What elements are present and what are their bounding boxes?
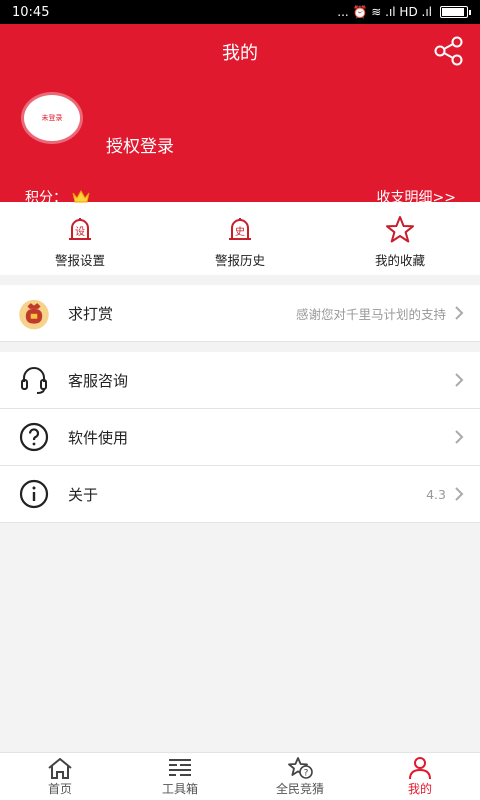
tab-home[interactable]: 首页 <box>0 753 120 800</box>
avatar[interactable]: 未登录 <box>24 95 80 141</box>
crown-icon <box>72 189 90 203</box>
tab-mine-label: 我的 <box>407 782 432 796</box>
about-label: 关于 <box>68 485 99 504</box>
home-icon <box>48 757 72 779</box>
alarm-settings-label: 警报设置 <box>54 253 105 268</box>
my-favorites-button[interactable]: 我的收藏 <box>320 202 480 275</box>
help-icon <box>16 419 52 455</box>
star-icon <box>386 216 414 243</box>
svg-text:史: 史 <box>235 226 245 238</box>
points-label: 积分： <box>25 190 67 206</box>
alarm-history-button[interactable]: 史 警报历史 <box>160 202 320 275</box>
tab-toolbox[interactable]: 工具箱 <box>120 753 240 800</box>
points: 积分： <box>25 187 91 207</box>
software-usage-row[interactable]: 软件使用 <box>0 409 480 466</box>
toolbox-icon <box>169 759 191 776</box>
share-icon[interactable] <box>432 36 464 66</box>
reward-subtitle: 感谢您对千里马计划的支持 <box>295 306 446 322</box>
customer-service-label: 客服咨询 <box>68 371 129 390</box>
version-value: 4.3 <box>426 486 446 502</box>
quick-actions: 设 警报设置 史 警报历史 我的收藏 <box>0 202 480 275</box>
info-icon <box>16 476 52 512</box>
bell-settings-icon: 设 <box>69 218 91 240</box>
tab-guess[interactable]: ? 全民竞猜 <box>240 753 360 800</box>
status-time: 10:45 <box>12 4 50 20</box>
svg-text:?: ? <box>304 769 309 779</box>
about-row[interactable]: 关于 4.3 <box>0 466 480 523</box>
svg-text:设: 设 <box>75 226 85 238</box>
bottom-tab-bar: 首页 工具箱 ? 全民竞猜 我的 <box>0 752 480 800</box>
profile-header: 我的 未登录 授权登录 积分： 收支明细>> <box>0 24 480 206</box>
money-bag-icon <box>16 295 52 331</box>
user-icon <box>409 757 431 780</box>
status-icons: ... ⏰ ≋ .ıl HD .ıl <box>337 5 471 19</box>
avatar-text: 未登录 <box>41 114 63 122</box>
chevron-right-icon <box>455 430 464 444</box>
tab-home-label: 首页 <box>47 782 72 796</box>
reward-label: 求打赏 <box>68 304 114 323</box>
alarm-settings-button[interactable]: 设 警报设置 <box>0 202 160 275</box>
status-signals: ... ⏰ ≋ .ıl HD .ıl <box>337 5 432 19</box>
alarm-history-label: 警报历史 <box>214 253 265 268</box>
star-question-icon: ? <box>288 757 313 779</box>
reward-row[interactable]: 求打赏 感谢您对千里马计划的支持 <box>0 285 480 342</box>
status-bar: 10:45 ... ⏰ ≋ .ıl HD .ıl <box>0 0 480 24</box>
divider <box>0 275 480 285</box>
divider <box>0 342 480 352</box>
customer-service-row[interactable]: 客服咨询 <box>0 352 480 409</box>
chevron-right-icon <box>455 373 464 387</box>
bell-history-icon: 史 <box>229 218 251 240</box>
tab-guess-label: 全民竞猜 <box>275 782 324 796</box>
income-detail-link[interactable]: 收支明细>> <box>377 187 456 207</box>
chevron-right-icon <box>455 487 464 501</box>
chevron-right-icon <box>455 306 464 320</box>
software-usage-label: 软件使用 <box>68 428 129 447</box>
my-favorites-label: 我的收藏 <box>374 253 425 268</box>
battery-icon <box>440 6 471 18</box>
tab-mine[interactable]: 我的 <box>360 753 480 800</box>
headset-icon <box>16 362 52 398</box>
tab-toolbox-label: 工具箱 <box>161 782 198 796</box>
page-title: 我的 <box>222 43 258 64</box>
login-button[interactable]: 授权登录 <box>106 132 174 157</box>
